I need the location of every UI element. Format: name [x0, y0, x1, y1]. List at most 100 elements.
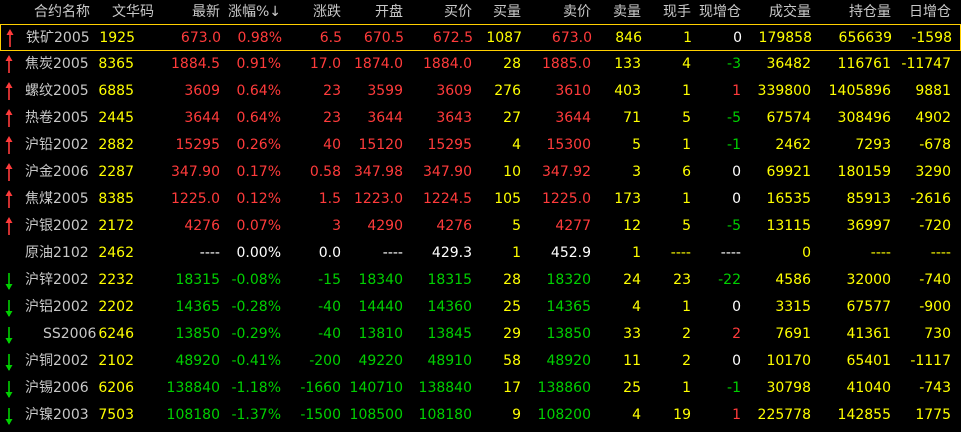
- current-hand: ----: [670, 245, 691, 261]
- bid-volume: 28: [503, 272, 521, 288]
- contract-name[interactable]: 沪铝2002: [25, 294, 103, 321]
- bid-price: 13845: [427, 326, 472, 342]
- current-oi-change: 0: [732, 353, 741, 369]
- quote-row[interactable]: 沪锌2002 2232 18315 -0.08% -15 18340 18315 28 1832…: [0, 267, 961, 294]
- current-hand: 2: [682, 353, 691, 369]
- bid-price: 429.3: [431, 245, 472, 261]
- contract-name[interactable]: 沪锡2006: [25, 375, 103, 402]
- contract-name[interactable]: 焦煤2005: [25, 186, 103, 213]
- header-bid-volume[interactable]: 买量: [481, 0, 521, 24]
- open-price: 140710: [349, 380, 403, 396]
- header-last[interactable]: 最新: [170, 0, 220, 24]
- arrow-up-icon: [5, 190, 13, 208]
- quote-row[interactable]: 铁矿2005 1925 673.0 0.98% 6.5 670.5 672.5 1087 673…: [0, 24, 961, 51]
- ask-price: 452.9: [550, 245, 591, 261]
- open-interest: 308496: [837, 110, 891, 126]
- change-pct: 0.17%: [236, 164, 281, 180]
- quote-row[interactable]: 焦煤2005 8385 1225.0 0.12% 1.5 1223.0 1224.5 105 1…: [0, 186, 961, 213]
- bid-volume: 17: [503, 380, 521, 396]
- daily-oi-change: ----: [930, 245, 951, 261]
- contract-name[interactable]: 沪锌2002: [25, 267, 103, 294]
- ask-volume: 846: [615, 30, 642, 46]
- daily-oi-change: 9881: [915, 83, 951, 99]
- quote-row[interactable]: 焦炭2005 8365 1884.5 0.91% 17.0 1874.0 1884.0 28 1…: [0, 51, 961, 78]
- header-change-pct[interactable]: 涨幅%↓: [221, 0, 281, 24]
- header-ask[interactable]: 卖价: [551, 0, 591, 24]
- contract-name[interactable]: 沪银2002: [25, 213, 103, 240]
- current-hand: 23: [673, 272, 691, 288]
- header-current-oi-change[interactable]: 现增仓: [691, 0, 741, 24]
- contract-name[interactable]: 热卷2005: [25, 105, 103, 132]
- quote-row[interactable]: 沪镍2003 7503 108180 -1.37% -1500 108500 108180 9…: [0, 402, 961, 429]
- quote-row[interactable]: 沪铜2002 2102 48920 -0.41% -200 49220 48910 58 489…: [0, 348, 961, 375]
- current-oi-change: 1: [732, 83, 741, 99]
- header-contract-name[interactable]: 合约名称: [34, 0, 114, 24]
- open-interest: 180159: [837, 164, 891, 180]
- quote-row[interactable]: 热卷2005 2445 3644 0.64% 23 3644 3643 27 3644 71 5 -5…: [0, 105, 961, 132]
- header-change[interactable]: 涨跌: [291, 0, 341, 24]
- bid-price: 4276: [436, 218, 472, 234]
- quote-row[interactable]: 螺纹2005 6885 3609 0.64% 23 3599 3609 276 3610 403 1…: [0, 78, 961, 105]
- bid-volume: 25: [503, 299, 521, 315]
- header-ask-volume[interactable]: 卖量: [601, 0, 641, 24]
- ask-volume: 71: [623, 110, 641, 126]
- arrow-up-icon: [5, 109, 13, 127]
- current-hand: 5: [682, 110, 691, 126]
- quote-row[interactable]: 沪金2006 2287 347.90 0.17% 0.58 347.98 347.90 10 3…: [0, 159, 961, 186]
- contract-name[interactable]: 原油2102: [25, 240, 103, 267]
- current-hand: 1: [682, 83, 691, 99]
- header-open[interactable]: 开盘: [353, 0, 403, 24]
- volume: 10170: [766, 353, 811, 369]
- arrow-down-icon: [5, 408, 13, 425]
- contract-name[interactable]: 焦炭2005: [25, 51, 103, 78]
- change-pct: -1.37%: [231, 407, 281, 423]
- last-price: ----: [199, 245, 220, 261]
- daily-oi-change: -2616: [910, 191, 951, 207]
- current-oi-change: -22: [718, 272, 741, 288]
- open-interest: ----: [870, 245, 891, 261]
- current-oi-change: -5: [727, 218, 741, 234]
- arrow-down-icon: [5, 300, 13, 317]
- daily-oi-change: -740: [919, 272, 951, 288]
- ask-volume: 5: [632, 137, 641, 153]
- volume: 3315: [775, 299, 811, 315]
- wenhua-code: 2102: [98, 353, 134, 369]
- contract-name[interactable]: 沪镍2003: [25, 402, 103, 429]
- wenhua-code: 6885: [98, 83, 134, 99]
- change: 23: [323, 83, 341, 99]
- contract-name[interactable]: 螺纹2005: [25, 78, 103, 105]
- bid-volume: 58: [503, 353, 521, 369]
- quote-row[interactable]: 沪铝2002 2202 14365 -0.28% -40 14440 14360 25 1436…: [0, 294, 961, 321]
- ask-volume: 4: [632, 407, 641, 423]
- quote-row[interactable]: 沪银2002 2172 4276 0.07% 3 4290 4276 5 4277 12 5 -5 13…: [0, 213, 961, 240]
- volume: 225778: [757, 407, 811, 423]
- ask-volume: 4: [632, 299, 641, 315]
- quote-row[interactable]: 原油2102 2462 ---- 0.00% 0.0 ---- 429.3 1 452.9 1 --…: [0, 240, 961, 267]
- bid-volume: 29: [503, 326, 521, 342]
- header-volume[interactable]: 成交量: [751, 0, 811, 24]
- wenhua-code: 1925: [99, 30, 135, 46]
- header-wenhua-code[interactable]: 文华码: [104, 0, 154, 24]
- quote-row[interactable]: 沪铅2002 2882 15295 0.26% 40 15120 15295 4 15300 5 1…: [0, 132, 961, 159]
- header-open-interest[interactable]: 持仓量: [831, 0, 891, 24]
- header-bid[interactable]: 买价: [422, 0, 472, 24]
- last-price: 108180: [166, 407, 220, 423]
- header-daily-oi-change[interactable]: 日增仓: [891, 0, 951, 24]
- header-current-hand[interactable]: 现手: [651, 0, 691, 24]
- ask-volume: 133: [614, 56, 641, 72]
- current-oi-change: -5: [727, 110, 741, 126]
- wenhua-code: 2462: [98, 245, 134, 261]
- quote-row[interactable]: SS2006 6246 13850 -0.29% -40 13810 13845 29 1385…: [0, 321, 961, 348]
- change: 0.58: [309, 164, 341, 180]
- bid-price: 15295: [427, 137, 472, 153]
- contract-name[interactable]: 沪铅2002: [25, 132, 103, 159]
- contract-name[interactable]: 沪金2006: [25, 159, 103, 186]
- open-price: 108500: [349, 407, 403, 423]
- contract-name[interactable]: 铁矿2005: [26, 25, 104, 52]
- arrow-up-icon: [5, 136, 13, 154]
- contract-name[interactable]: 沪铜2002: [25, 348, 103, 375]
- bid-price: 672.5: [432, 30, 473, 46]
- ask-price: 1225.0: [542, 191, 591, 207]
- current-hand: 1: [682, 380, 691, 396]
- quote-row[interactable]: 沪锡2006 6206 138840 -1.18% -1660 140710 138840 1…: [0, 375, 961, 402]
